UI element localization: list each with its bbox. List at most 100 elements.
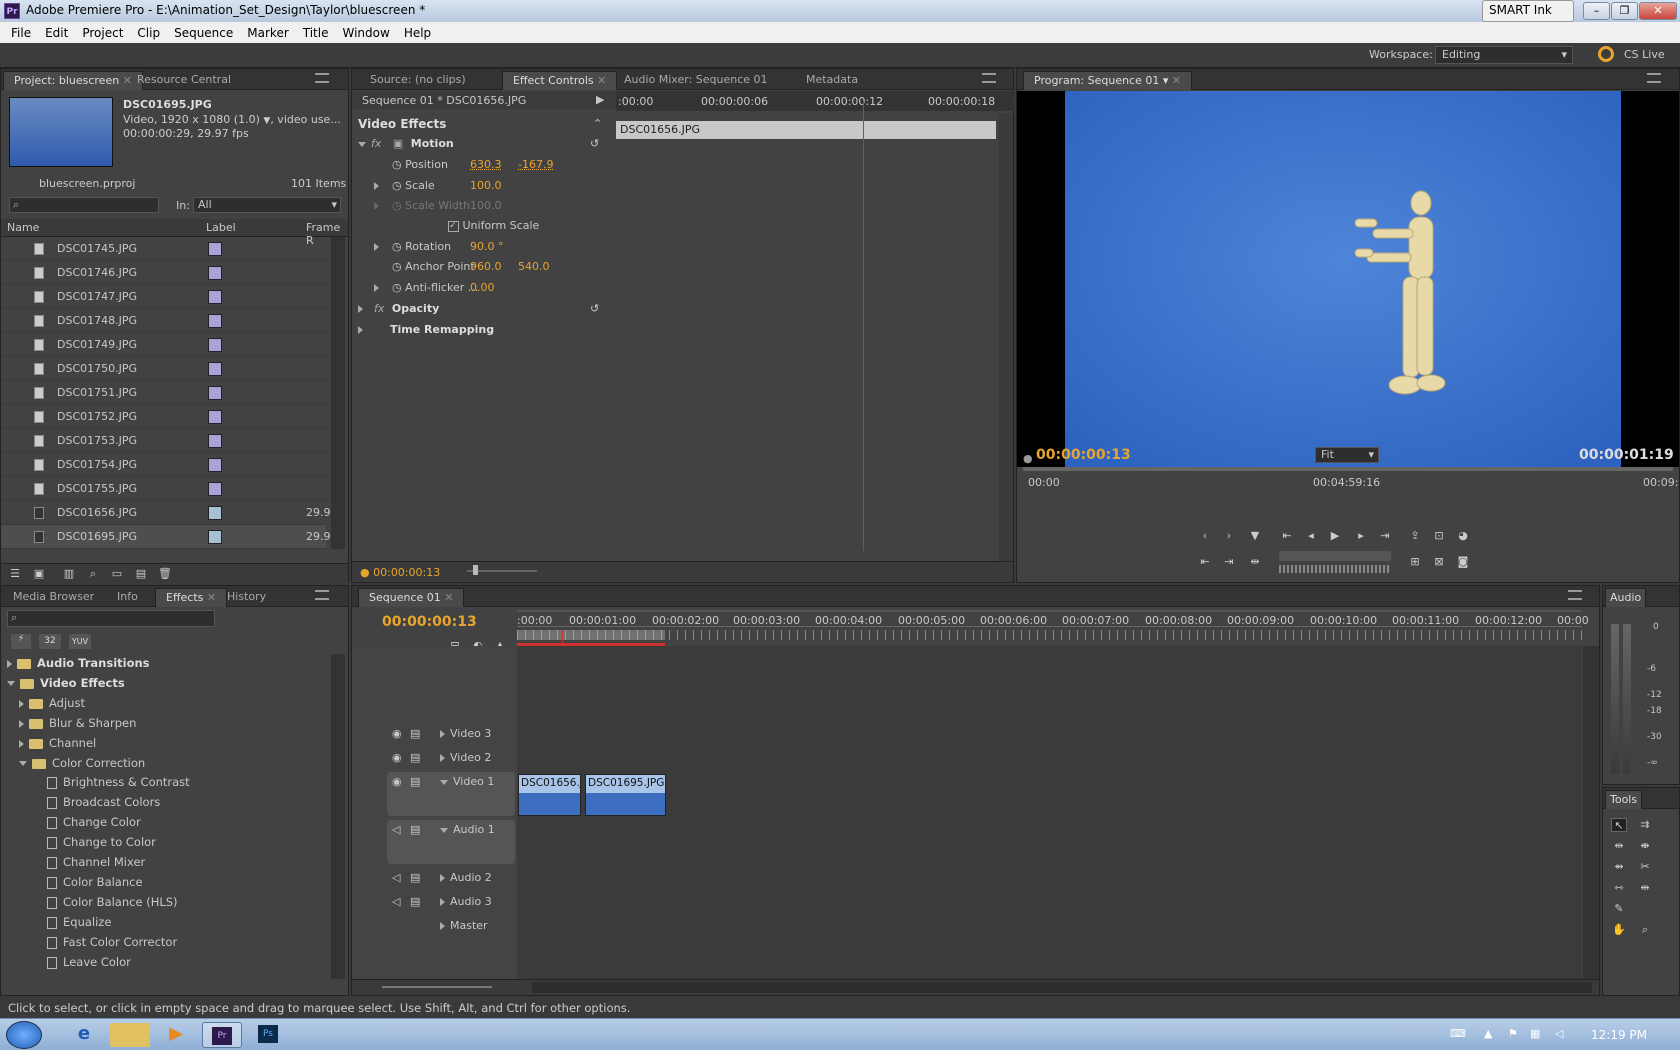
accelerated-effects-icon[interactable]: ⚡ (11, 634, 31, 649)
tab-resource-central[interactable]: Resource Central (127, 71, 241, 90)
set-out-icon[interactable]: › (1221, 529, 1237, 543)
internet-explorer-icon[interactable]: e (64, 1023, 104, 1047)
list-item[interactable]: DSC01748.JPG (1, 309, 326, 333)
shuttle-slider[interactable] (1279, 551, 1391, 561)
tab-program[interactable]: Program: Sequence 01 ▾ ✕ (1023, 71, 1193, 90)
column-label[interactable]: Label (206, 221, 236, 234)
play-clip-icon[interactable]: ▶ (596, 93, 604, 106)
stopwatch-icon[interactable]: ◷ (392, 260, 402, 273)
effect-fast-color-corrector[interactable]: Fast Color Corrector (47, 935, 177, 955)
go-to-out-icon[interactable]: ⇥ (1377, 529, 1393, 543)
workspace-select[interactable]: Editing ▾ (1435, 46, 1573, 64)
extract-icon[interactable]: ⊞ (1407, 555, 1423, 569)
track-master[interactable]: Master (392, 916, 512, 938)
effect-color-balance[interactable]: Color Balance (47, 875, 143, 895)
close-window-button[interactable]: ✕ (1639, 2, 1677, 20)
program-ruler[interactable]: 00:00 00:04:59:16 00:09: (1023, 474, 1678, 490)
fit-select[interactable]: Fit ▾ (1315, 447, 1379, 463)
minimize-button[interactable]: – (1583, 2, 1610, 20)
stopwatch-icon[interactable]: ◷ (392, 240, 402, 253)
go-to-in-icon[interactable]: ⇤ (1279, 529, 1295, 543)
tab-effect-controls[interactable]: Effect Controls ✕ (502, 71, 618, 90)
tab-audio-meters[interactable]: Audio (1605, 588, 1647, 607)
list-item[interactable]: DSC01752.JPG (1, 405, 326, 429)
opacity-row[interactable]: fx Opacity ↺ (358, 302, 616, 315)
tab-tools[interactable]: Tools (1605, 790, 1643, 809)
motion-row[interactable]: fx ▣ Motion ↺ (358, 137, 616, 150)
playhead-line[interactable] (863, 101, 864, 551)
selection-tool-icon[interactable]: ↖ (1611, 818, 1627, 832)
track-audio-3[interactable]: ◁ ▤ Audio 3 (392, 892, 512, 914)
track-audio-2[interactable]: ◁ ▤ Audio 2 (392, 868, 512, 890)
maximize-button[interactable]: ❐ (1611, 2, 1638, 20)
effects-search-input[interactable]: ⌕ (7, 610, 215, 627)
list-item[interactable]: DSC01747.JPG (1, 285, 326, 309)
tab-sequence-01[interactable]: Sequence 01 ✕ (358, 588, 465, 607)
clock[interactable]: 12:19 PM (1591, 1028, 1647, 1042)
view-zoom-bar[interactable] (1023, 467, 1673, 471)
timeline-hscrollbar[interactable] (532, 982, 1592, 993)
new-item-icon[interactable]: ▤ (133, 567, 149, 581)
list-view-icon[interactable]: ☰ (7, 567, 23, 581)
go-to-next-edit-icon[interactable]: ⇥ (1221, 555, 1237, 569)
rate-stretch-tool-icon[interactable]: ⇴ (1611, 860, 1627, 874)
safe-margins-icon[interactable]: ⊡ (1431, 529, 1447, 543)
go-to-previous-edit-icon[interactable]: ⇤ (1197, 555, 1213, 569)
show-hidden-icons[interactable]: ▲ (1484, 1027, 1492, 1040)
ec-timecode[interactable]: ● 00:00:00:13 (360, 566, 440, 579)
timeline-zoom-slider[interactable] (382, 986, 492, 988)
list-item[interactable]: DSC01750.JPG (1, 357, 326, 381)
ec-clip-bar[interactable]: DSC01656.JPG (616, 121, 996, 139)
effect-brightness-contrast[interactable]: Brightness & Contrast (47, 775, 190, 795)
find-icon[interactable]: ⌕ (85, 567, 101, 581)
track-video-1[interactable]: ◉ ▤ Video 1 (387, 772, 515, 816)
effect-change-to-color[interactable]: Change to Color (47, 835, 156, 855)
program-viewer[interactable] (1017, 91, 1679, 467)
timeline-timecode[interactable]: 00:00:00:13 (382, 614, 477, 630)
effect-channel-mixer[interactable]: Channel Mixer (47, 855, 145, 875)
set-in-icon[interactable]: ‹ (1197, 529, 1213, 543)
track-video-3[interactable]: ◉ ▤ Video 3 (392, 724, 512, 746)
add-marker-icon[interactable]: ▼ (1247, 529, 1263, 543)
effects-scrollbar[interactable] (331, 654, 345, 979)
smart-ink-button[interactable]: SMART Ink (1482, 0, 1574, 22)
effect-change-color[interactable]: Change Color (47, 815, 141, 835)
tab-history[interactable]: History (217, 588, 276, 607)
menu-edit[interactable]: Edit (38, 26, 75, 40)
list-item[interactable]: DSC01656.JPG 29.9 (1, 501, 331, 525)
yuv-badge[interactable]: YUV (69, 634, 91, 649)
slide-tool-icon[interactable]: ⇹ (1637, 881, 1653, 895)
track-audio-1[interactable]: ◁ ▤ Audio 1 (387, 820, 515, 864)
premiere-taskbar-icon[interactable]: Pr (202, 1022, 242, 1048)
tree-item-video-effects[interactable]: Video Effects (7, 676, 125, 696)
current-time[interactable]: 00:00:00:13 (1036, 447, 1131, 463)
effect-color-balance-hls[interactable]: Color Balance (HLS) (47, 895, 178, 915)
play-icon[interactable]: ▶ (1327, 529, 1343, 543)
list-item[interactable]: DSC01745.JPG (1, 237, 326, 261)
ec-scrollbar[interactable] (999, 113, 1013, 561)
clip-dsc01695[interactable]: DSC01695.JPG (585, 774, 666, 816)
stopwatch-icon[interactable]: ◷ (392, 179, 402, 192)
tab-source[interactable]: Source: (no clips) (360, 71, 476, 90)
action-center-icon[interactable]: ⚑ (1508, 1027, 1518, 1040)
effect-equalize[interactable]: Equalize (47, 915, 111, 935)
clip-dsc01656[interactable]: DSC01656.JPG (518, 774, 581, 816)
32bit-badge[interactable]: 32 (39, 634, 61, 649)
track-area[interactable] (517, 646, 1582, 984)
panel-menu-icon[interactable] (982, 73, 996, 83)
photoshop-taskbar-icon[interactable]: Ps (248, 1023, 288, 1047)
menu-file[interactable]: File (4, 26, 38, 40)
export-frame-icon[interactable]: ◙ (1455, 555, 1471, 569)
time-remapping-row[interactable]: Time Remapping (358, 323, 616, 336)
panel-menu-icon[interactable] (1568, 590, 1582, 600)
zoom-slider[interactable] (447, 564, 567, 578)
zoom-tool-icon[interactable]: ⌕ (1637, 923, 1653, 937)
ripple-edit-tool-icon[interactable]: ⇹ (1611, 839, 1627, 853)
tab-project[interactable]: Project: bluescreen ✕ (3, 71, 143, 90)
list-item[interactable]: DSC01749.JPG (1, 333, 326, 357)
trim-monitor-icon[interactable]: ⊠ (1431, 555, 1447, 569)
tree-item-color-correction[interactable]: Color Correction (19, 756, 145, 776)
list-item[interactable]: DSC01746.JPG (1, 261, 326, 285)
menu-clip[interactable]: Clip (130, 26, 167, 40)
tab-info[interactable]: Info (107, 588, 148, 607)
